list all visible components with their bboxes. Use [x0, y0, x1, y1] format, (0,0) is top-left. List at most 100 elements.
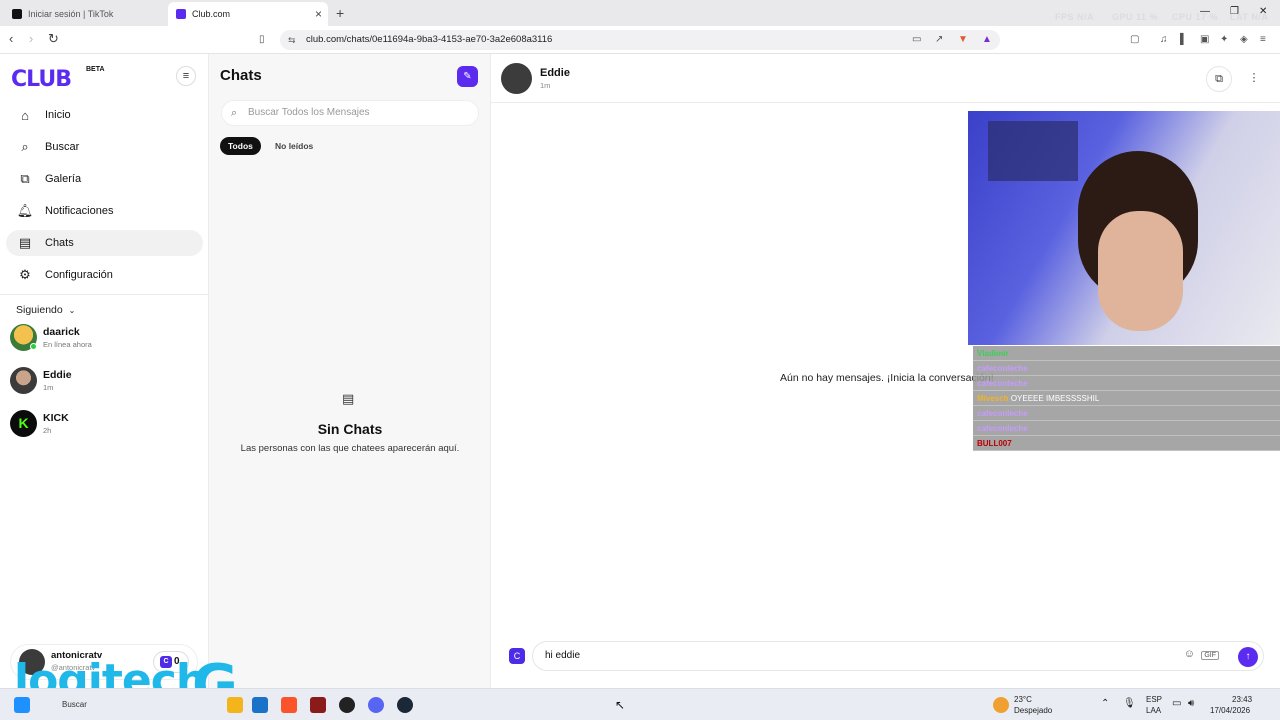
tab-tiktok[interactable]: Iniciar sesión | TikTok	[4, 2, 164, 26]
volume-icon[interactable]: 🔊︎	[1188, 698, 1194, 709]
file-explorer-icon[interactable]	[227, 697, 243, 713]
wallet-icon[interactable]: ▣	[1200, 34, 1209, 45]
stream-chat-line: BULL007	[973, 436, 1280, 451]
filter-no-leidos[interactable]: No leídos	[267, 137, 321, 155]
chat-icon: ▤	[18, 235, 32, 250]
brave-shield-icon[interactable]: ▼	[958, 34, 968, 45]
menu-icon[interactable]: ≡	[1260, 34, 1266, 45]
gallery-icon: ⧉	[20, 171, 30, 186]
club-logo[interactable]: CLUB	[11, 67, 72, 92]
steam-icon[interactable]	[397, 697, 413, 713]
left-sidebar: CLUB BETA ≡ ⌂ Inicio ⌕ Buscar ⧉ Galería …	[0, 54, 209, 688]
nav-label: Inicio	[45, 109, 71, 121]
following-status: 1m	[43, 383, 54, 392]
gear-icon: ⚙	[19, 267, 31, 282]
site-info-icon[interactable]: ⇆	[288, 30, 296, 50]
nav-label: Chats	[45, 237, 74, 249]
discord-icon[interactable]	[368, 697, 384, 713]
message-input[interactable]: hi eddie ☺ GIF ↑	[532, 641, 1264, 671]
following-toggle[interactable]: Siguiendo ⌄	[16, 304, 75, 316]
rewards-icon[interactable]: ▲	[982, 34, 992, 45]
nav-label: Galería	[45, 173, 82, 185]
clock-time[interactable]: 23:43	[1232, 695, 1252, 704]
url-bar[interactable]: ⇆ club.com/chats/0e11694a-9ba3-4153-ae70…	[280, 30, 1000, 50]
lang-layout[interactable]: LAA	[1146, 706, 1161, 715]
address-row: ‹ › ↻ ▯ ⇆ club.com/chats/0e11694a-9ba3-4…	[0, 26, 1280, 54]
chats-title: Chats	[220, 67, 262, 84]
club-chat-icon: C	[509, 648, 525, 664]
taskbar-search[interactable]: Buscar	[62, 700, 87, 709]
clock-date[interactable]: 17/04/2026	[1210, 706, 1250, 715]
nav-item-notificaciones[interactable]: 🔔︎ Notificaciones	[6, 198, 203, 224]
nav-item-galeria[interactable]: ⧉ Galería	[6, 166, 203, 192]
hamburger-menu-button[interactable]: ≡	[176, 66, 196, 86]
following-item-eddie[interactable]: Eddie 1m	[10, 367, 200, 397]
close-window-icon[interactable]: ✕	[1259, 6, 1267, 17]
restore-icon[interactable]: ❐	[1230, 6, 1239, 17]
vpn-icon[interactable]: ◈	[1240, 34, 1248, 45]
following-name: KICK	[43, 412, 69, 424]
tray-chevron-icon[interactable]: ⌃	[1101, 698, 1109, 709]
beta-badge: BETA	[86, 66, 105, 73]
chat-search-input[interactable]: ⌕ Buscar Todos los Mensajes	[221, 100, 479, 126]
avatar[interactable]	[501, 63, 532, 94]
store-icon[interactable]	[252, 697, 268, 713]
cast-icon[interactable]: ▭	[912, 34, 921, 45]
share-icon[interactable]: ↗	[935, 34, 943, 45]
hud-fps: FPS N/A	[1055, 12, 1095, 22]
nav-item-chats[interactable]: ▤ Chats	[6, 230, 203, 256]
brave-browser-icon[interactable]	[281, 697, 297, 713]
conversation-panel: Eddie 1m ⧉ ⋮ Aún no hay mensajes. ¡Inici…	[491, 54, 1280, 688]
nav-item-configuracion[interactable]: ⚙ Configuración	[6, 262, 203, 288]
nav-item-buscar[interactable]: ⌕ Buscar	[6, 134, 203, 160]
forward-icon[interactable]: ›	[29, 31, 33, 46]
lang-code[interactable]: ESP	[1146, 695, 1162, 704]
network-icon[interactable]: ▭	[1172, 698, 1181, 709]
bookmark-icon[interactable]: ▯	[259, 34, 265, 45]
url-text: club.com/chats/0e11694a-9ba3-4153-ae70-3…	[306, 34, 553, 45]
stream-chat-line: cafeconleche	[973, 376, 1280, 391]
compose-button[interactable]: ✎	[457, 66, 478, 87]
conversation-name[interactable]: Eddie	[540, 67, 570, 79]
more-options-icon[interactable]: ⋮	[1241, 66, 1267, 92]
conversation-header: Eddie 1m ⧉ ⋮	[491, 54, 1280, 103]
no-messages-text: Aún no hay mensajes. ¡Inicia la conversa…	[780, 372, 994, 384]
sidebar-toggle-icon[interactable]: ▢	[1130, 34, 1139, 45]
online-indicator	[30, 343, 37, 350]
gallery-button[interactable]: ⧉	[1206, 66, 1232, 92]
following-title: Siguiendo	[16, 304, 63, 316]
tab-club[interactable]: Club.com ×	[168, 2, 328, 26]
stream-chat-line: cafeconleche	[973, 361, 1280, 376]
obs-icon[interactable]	[339, 697, 355, 713]
emoji-icon[interactable]: ☺	[1184, 648, 1195, 660]
search-placeholder: Buscar Todos los Mensajes	[248, 107, 370, 118]
weather-desc: Despejado	[1014, 706, 1053, 715]
streamer-face	[1098, 211, 1183, 331]
nav-item-inicio[interactable]: ⌂ Inicio	[6, 102, 203, 128]
back-icon[interactable]: ‹	[9, 31, 13, 46]
music-icon[interactable]: ♫	[1160, 34, 1168, 45]
send-button[interactable]: ↑	[1238, 647, 1258, 667]
hud-gpu: GPU 11 %	[1112, 12, 1159, 22]
minimize-icon[interactable]: —	[1200, 6, 1210, 17]
weather-temp: 23°C	[1014, 695, 1032, 704]
home-icon: ⌂	[21, 107, 29, 123]
following-item-kick[interactable]: K KICK 2h	[10, 410, 200, 440]
close-tab-icon[interactable]: ×	[315, 7, 322, 21]
windows-taskbar: Buscar 23°C Despejado ⌃ 🎙︎ ESP LAA ▭ 🔊︎ …	[0, 688, 1280, 720]
divider	[0, 294, 209, 295]
ai-icon[interactable]: ✦	[1220, 34, 1228, 45]
stream-chat-line: cafeconleche	[973, 406, 1280, 421]
reload-icon[interactable]: ↻	[48, 31, 59, 47]
new-tab-button[interactable]: +	[336, 5, 344, 21]
avatar	[10, 367, 37, 394]
microphone-icon[interactable]: 🎙︎	[1123, 698, 1136, 709]
filter-todos[interactable]: Todos	[220, 137, 261, 155]
panel-icon[interactable]: ▌	[1180, 34, 1187, 45]
gif-button[interactable]: GIF	[1201, 651, 1219, 660]
app-icon[interactable]	[310, 697, 326, 713]
weather-icon[interactable]	[993, 697, 1009, 713]
windows-start-icon[interactable]	[14, 697, 30, 713]
following-item-daarick[interactable]: daarick En línea ahora	[10, 324, 200, 354]
club-icon	[176, 9, 186, 19]
